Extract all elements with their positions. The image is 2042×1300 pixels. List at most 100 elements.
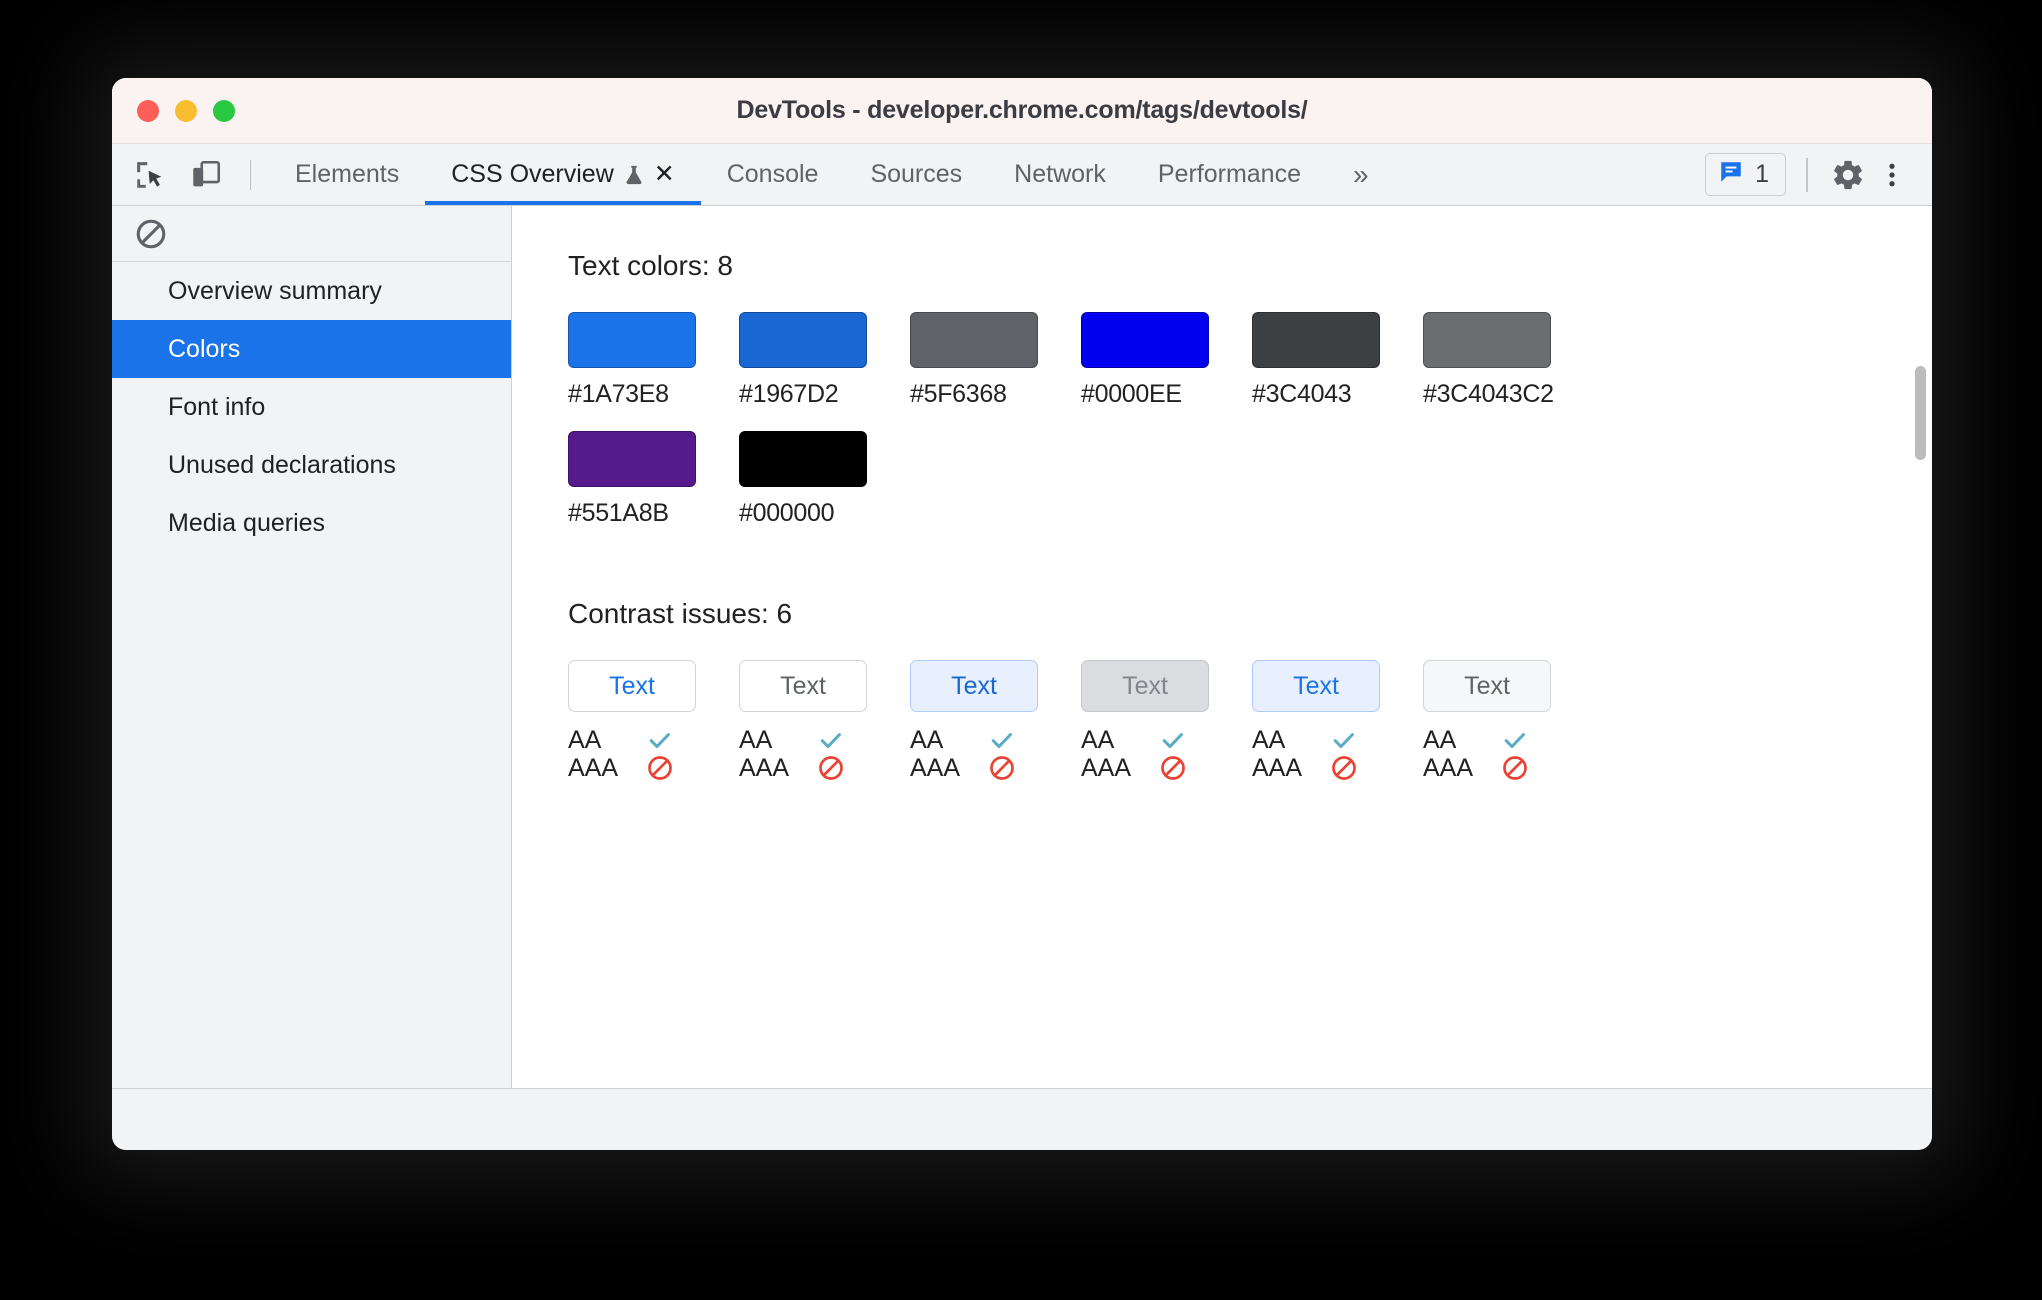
contrast-issue-cell: Text AA AAA [910, 660, 1081, 782]
contrast-sample-box[interactable]: Text [739, 660, 867, 712]
block-icon [1501, 754, 1529, 782]
color-swatch-cell: #551A8B [568, 431, 739, 528]
device-toolbar-icon[interactable] [186, 155, 226, 195]
tab-css-overview[interactable]: CSS Overview ✕ [425, 144, 701, 205]
rating-row-aaa: AAA [568, 754, 739, 782]
rating-label: AA [1423, 725, 1457, 754]
tab-console[interactable]: Console [701, 144, 845, 205]
color-swatch-cell: #3C4043C2 [1423, 312, 1594, 409]
rating-row-aa: AA [568, 726, 739, 754]
inspect-cursor-icon[interactable] [130, 155, 170, 195]
contrast-issue-cell: Text AA AAA [568, 660, 739, 782]
contrast-sample-box[interactable]: Text [1423, 660, 1551, 712]
rating-label: AAA [1252, 753, 1303, 782]
toolbar-divider-right [1806, 157, 1808, 192]
text-colors-grid: #1A73E8 #1967D2 #5F6368 #0000EE #3C4043 #3C40… [568, 312, 1598, 550]
sidebar-item-label: Colors [168, 334, 241, 363]
block-clear-icon[interactable] [134, 217, 168, 251]
rating-label: AA [910, 725, 944, 754]
tab-label: CSS Overview [451, 160, 614, 188]
color-swatch-cell: #1A73E8 [568, 312, 739, 409]
sidebar-item-unused-declarations[interactable]: Unused declarations [112, 436, 511, 494]
contrast-sample-box[interactable]: Text [568, 660, 696, 712]
contrast-sample-box[interactable]: Text [910, 660, 1038, 712]
block-icon [1330, 754, 1358, 782]
tab-label: Performance [1157, 160, 1301, 188]
color-swatch-cell: #3C4043 [1252, 312, 1423, 409]
sidebar-item-overview-summary[interactable]: Overview summary [112, 262, 511, 320]
color-swatch[interactable] [1423, 312, 1551, 368]
rating-row-aa: AA [1252, 726, 1423, 754]
check-icon [1501, 726, 1529, 754]
rating-label: AA [1081, 725, 1115, 754]
check-icon [646, 726, 674, 754]
more-tabs-icon[interactable]: » [1327, 144, 1395, 205]
contrast-issue-cell: Text AA AAA [1081, 660, 1252, 782]
screen: DevTools - developer.chrome.com/tags/dev… [0, 0, 2042, 1300]
color-swatch-label: #5F6368 [910, 380, 1007, 408]
rating-label: AAA [1423, 753, 1474, 782]
color-swatch-cell: #000000 [739, 431, 910, 528]
contrast-sample-text: Text [1122, 671, 1168, 700]
rating-label: AA [739, 725, 773, 754]
tab-sources[interactable]: Sources [844, 144, 988, 205]
check-icon [1159, 726, 1187, 754]
issues-message-badge[interactable]: 1 [1705, 153, 1786, 196]
check-icon [817, 726, 845, 754]
rating-label: AA [1252, 725, 1286, 754]
sidebar-item-font-info[interactable]: Font info [112, 378, 511, 436]
color-swatch-label: #1A73E8 [568, 380, 669, 408]
rating-label: AAA [1081, 753, 1132, 782]
color-swatch[interactable] [568, 431, 696, 487]
rating-label: AAA [910, 753, 961, 782]
css-overview-sidebar: Overview summary Colors Font info Unused… [112, 206, 512, 1088]
color-swatch[interactable] [1081, 312, 1209, 368]
color-swatch[interactable] [739, 431, 867, 487]
devtools-body: Overview summary Colors Font info Unused… [112, 206, 1932, 1088]
contrast-ratings: AA AAA [1081, 726, 1252, 782]
check-icon [988, 726, 1016, 754]
color-swatch-label: #3C4043C2 [1423, 380, 1554, 408]
tab-network[interactable]: Network [988, 144, 1132, 205]
sidebar-item-label: Font info [168, 392, 266, 421]
tab-performance[interactable]: Performance [1132, 144, 1327, 205]
block-icon [988, 754, 1016, 782]
devtools-window: DevTools - developer.chrome.com/tags/dev… [112, 78, 1932, 1150]
css-overview-content: Text colors: 8 #1A73E8 #1967D2 #5F6368 #000… [512, 206, 1932, 1088]
sidebar-item-colors[interactable]: Colors [112, 320, 511, 378]
rating-row-aaa: AAA [739, 754, 910, 782]
color-swatch-label: #3C4043 [1252, 380, 1352, 408]
color-swatch[interactable] [1252, 312, 1380, 368]
tab-elements[interactable]: Elements [269, 144, 425, 205]
message-count: 1 [1755, 160, 1769, 188]
toolbar-divider [250, 159, 251, 190]
color-swatch-cell: #5F6368 [910, 312, 1081, 409]
gear-icon[interactable] [1828, 155, 1868, 195]
contrast-sample-box[interactable]: Text [1081, 660, 1209, 712]
tabbar-right-icons: 1 [1705, 144, 1932, 205]
block-icon [646, 754, 674, 782]
rating-row-aaa: AAA [1081, 754, 1252, 782]
scrollbar-thumb[interactable] [1915, 366, 1926, 460]
window-title: DevTools - developer.chrome.com/tags/dev… [736, 96, 1308, 124]
color-swatch[interactable] [568, 312, 696, 368]
color-swatch[interactable] [739, 312, 867, 368]
kebab-menu-icon[interactable] [1872, 155, 1912, 195]
contrast-issues-grid: Text AA AAA Text AA AAA Text AA AAA Text AA AAA Text… [568, 660, 1628, 816]
rating-label: AA [568, 725, 602, 754]
tab-list: Elements CSS Overview ✕ Console Sources [269, 144, 1395, 205]
color-swatch-cell: #0000EE [1081, 312, 1252, 409]
rating-label: AAA [739, 753, 790, 782]
contrast-sample-text: Text [1293, 671, 1339, 700]
sidebar-item-media-queries[interactable]: Media queries [112, 494, 511, 552]
rating-row-aa: AA [1081, 726, 1252, 754]
contrast-ratings: AA AAA [910, 726, 1081, 782]
sidebar-toolbar [112, 206, 511, 262]
close-tab-icon[interactable]: ✕ [654, 162, 675, 187]
content-scrollbar[interactable] [1912, 206, 1928, 1088]
tabbar-left-icons [112, 144, 269, 205]
tab-label: Elements [295, 160, 400, 188]
color-swatch[interactable] [910, 312, 1038, 368]
contrast-sample-box[interactable]: Text [1252, 660, 1380, 712]
